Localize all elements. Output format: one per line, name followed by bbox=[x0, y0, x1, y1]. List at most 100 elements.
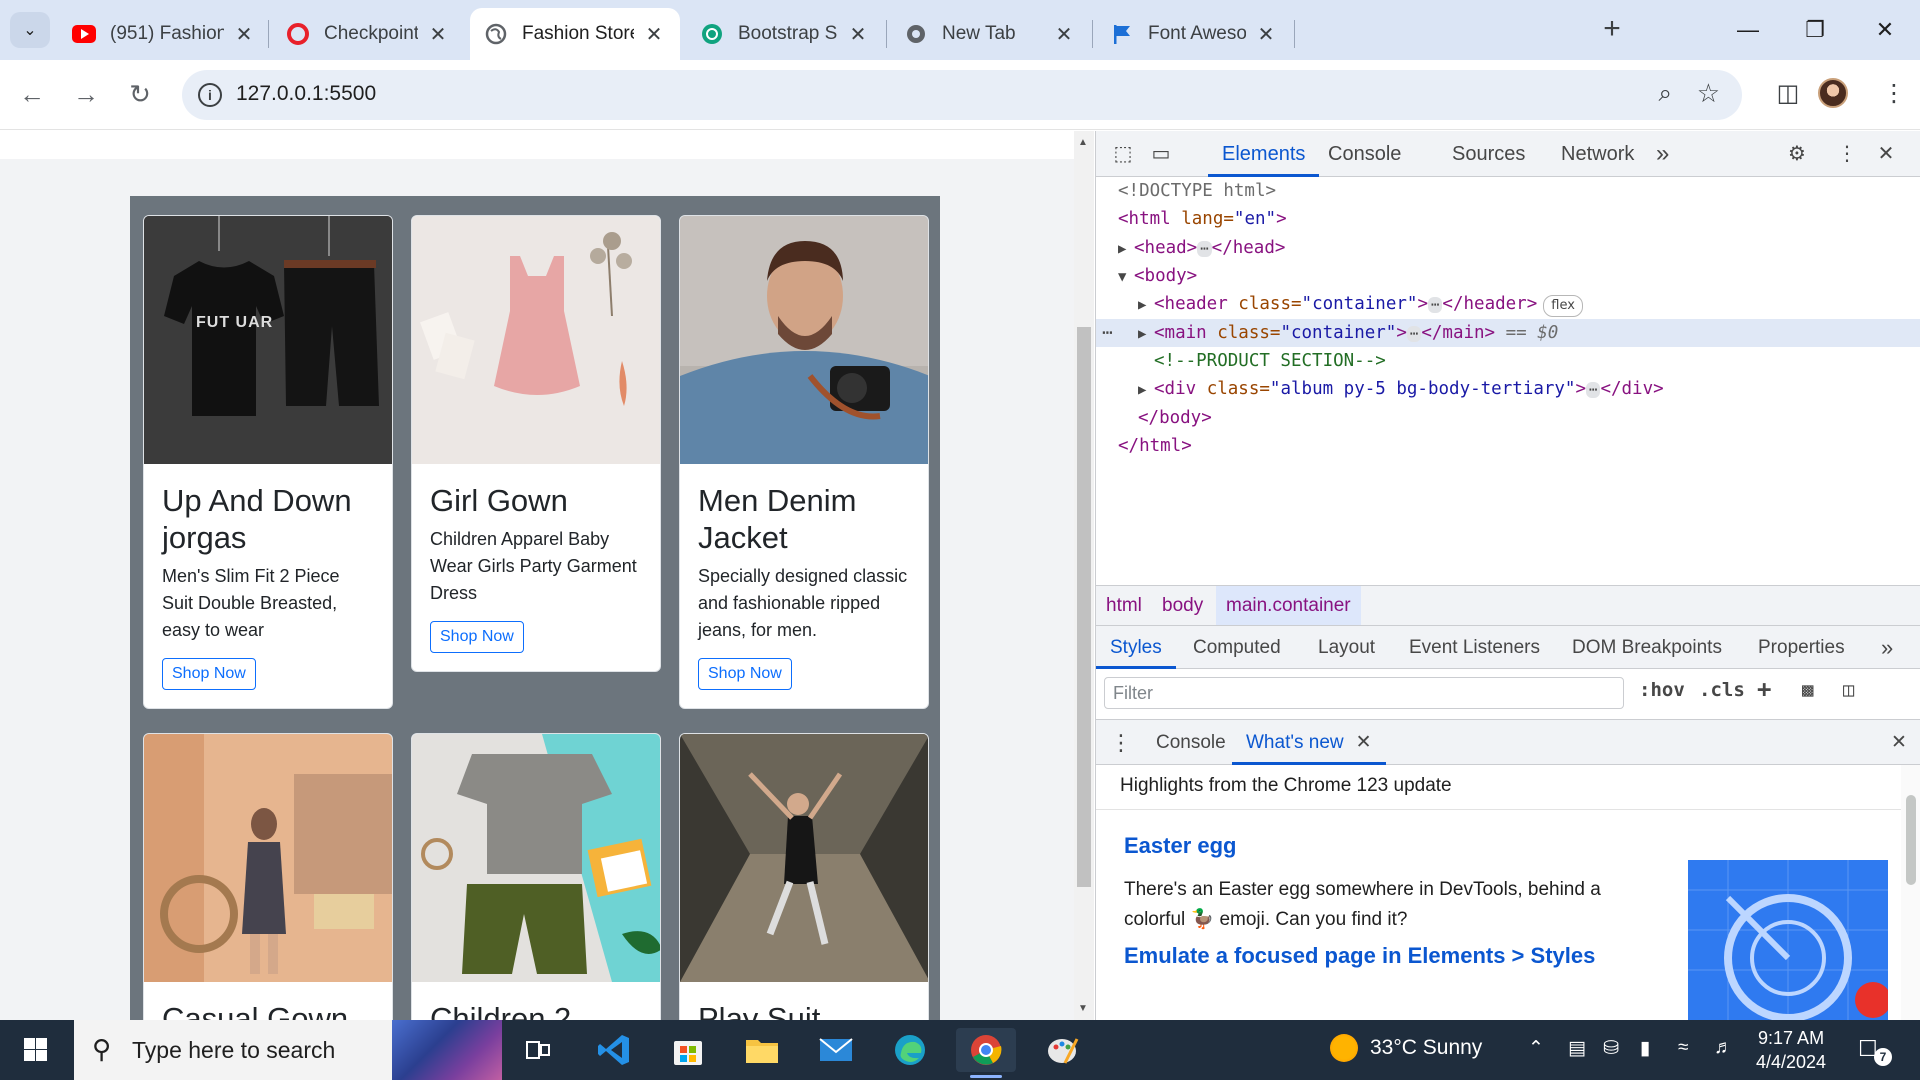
dom-node-comment[interactable]: <!--PRODUCT SECTION--> bbox=[1096, 347, 1920, 375]
back-arrow-icon[interactable]: ← bbox=[12, 74, 52, 114]
dom-node-header[interactable]: ▶ <header class="container"> ⋯ </header> fle… bbox=[1096, 290, 1920, 318]
browser-tab-checkpoint[interactable]: Checkpoint Details ✕ bbox=[272, 8, 464, 60]
breadcrumb-body[interactable]: body bbox=[1152, 586, 1213, 626]
meet-now-icon[interactable]: ▤ bbox=[1568, 1037, 1586, 1060]
microsoft-store-icon[interactable] bbox=[658, 1028, 718, 1072]
tab-computed[interactable]: Computed bbox=[1193, 626, 1281, 669]
scroll-up-icon[interactable]: ▲ bbox=[1078, 137, 1088, 148]
whats-new-scrollbar[interactable] bbox=[1901, 765, 1920, 1020]
close-tab-icon[interactable]: ✕ bbox=[1356, 732, 1372, 753]
whats-new-item-title[interactable]: Emulate a focused page in Elements > Sty… bbox=[1124, 943, 1595, 969]
site-info-icon[interactable]: i bbox=[198, 83, 222, 107]
ellipsis-badge[interactable]: ⋯ bbox=[1586, 382, 1601, 398]
shop-now-button[interactable]: Shop Now bbox=[430, 621, 524, 653]
close-tab-icon[interactable]: ✕ bbox=[232, 22, 256, 47]
address-bar[interactable]: i 127.0.0.1:5500 ⌕ ☆ bbox=[182, 70, 1742, 120]
url-text[interactable]: 127.0.0.1:5500 bbox=[236, 82, 376, 106]
row-menu-icon[interactable]: ⋯ bbox=[1102, 319, 1113, 347]
paint-icon[interactable] bbox=[1032, 1028, 1092, 1072]
tab-layout[interactable]: Layout bbox=[1318, 626, 1375, 669]
side-panel-icon[interactable]: ◫ bbox=[1770, 76, 1806, 112]
bookmark-star-icon[interactable]: ☆ bbox=[1697, 78, 1720, 109]
devtools-tab-console[interactable]: Console bbox=[1328, 131, 1401, 177]
ellipsis-badge[interactable]: ⋯ bbox=[1406, 326, 1422, 342]
scroll-down-icon[interactable]: ▼ bbox=[1078, 1003, 1088, 1014]
tab-properties[interactable]: Properties bbox=[1758, 626, 1845, 669]
expand-triangle-icon[interactable]: ▶ bbox=[1118, 235, 1134, 263]
close-window-button[interactable]: ✕ bbox=[1860, 10, 1910, 50]
tab-styles[interactable]: Styles bbox=[1096, 626, 1176, 669]
minimize-button[interactable]: — bbox=[1723, 10, 1773, 50]
sidebar-toggle-icon[interactable]: ◫ bbox=[1843, 679, 1854, 701]
breadcrumb-html[interactable]: html bbox=[1096, 586, 1152, 626]
tab-dom-breakpoints[interactable]: DOM Breakpoints bbox=[1572, 626, 1722, 669]
styles-filter-input[interactable]: Filter bbox=[1104, 677, 1624, 709]
close-tab-icon[interactable]: ✕ bbox=[426, 22, 450, 47]
dom-node-body[interactable]: ▼ <body> bbox=[1096, 262, 1920, 290]
expand-triangle-icon[interactable]: ▶ bbox=[1138, 376, 1154, 404]
drawer-tab-whats-new[interactable]: What's new ✕ bbox=[1232, 720, 1386, 765]
onedrive-icon[interactable]: ⛁ bbox=[1603, 1037, 1619, 1060]
drawer-tab-console[interactable]: Console bbox=[1156, 720, 1226, 765]
browser-tab-fashion-store[interactable]: Fashion Store ✕ bbox=[470, 8, 680, 60]
dom-node-main-selected[interactable]: ⋯ ▶ <main class="container"> ⋯ </main> == $0 bbox=[1096, 319, 1920, 347]
zoom-icon[interactable]: ⌕ bbox=[1659, 80, 1672, 108]
forward-arrow-icon[interactable]: → bbox=[66, 74, 106, 114]
class-toggle[interactable]: .cls bbox=[1699, 679, 1745, 701]
close-devtools-icon[interactable]: ✕ bbox=[1871, 139, 1901, 169]
page-scrollbar[interactable]: ▲ ▼ bbox=[1074, 131, 1094, 1020]
devtools-tab-sources[interactable]: Sources bbox=[1452, 131, 1525, 177]
devtools-menu-icon[interactable]: ⋮ bbox=[1832, 139, 1862, 169]
windows-start-icon[interactable] bbox=[10, 1032, 60, 1068]
hover-state-toggle[interactable]: :hov bbox=[1639, 679, 1685, 701]
chrome-taskbar-icon[interactable] bbox=[956, 1028, 1016, 1078]
dom-node-doctype[interactable]: <!DOCTYPE html> bbox=[1096, 177, 1920, 205]
task-view-icon[interactable] bbox=[508, 1028, 568, 1072]
device-toggle-icon[interactable]: ▭ bbox=[1146, 139, 1176, 169]
close-tab-icon[interactable]: ✕ bbox=[846, 22, 870, 47]
whats-new-item-title[interactable]: Easter egg bbox=[1124, 833, 1237, 859]
devtools-tab-elements[interactable]: Elements bbox=[1208, 131, 1320, 177]
ellipsis-badge[interactable]: ⋯ bbox=[1427, 297, 1443, 313]
dom-node-html-close[interactable]: </html> bbox=[1096, 432, 1920, 460]
show-hidden-icons-chevron[interactable]: ⌃ bbox=[1528, 1037, 1544, 1060]
mail-icon[interactable] bbox=[806, 1028, 866, 1072]
edge-icon[interactable] bbox=[880, 1028, 940, 1072]
close-tab-icon[interactable]: ✕ bbox=[1254, 22, 1278, 47]
volume-icon[interactable]: ♬ bbox=[1714, 1037, 1733, 1059]
taskbar-search-box[interactable]: ⚲ Type here to search bbox=[74, 1020, 502, 1080]
system-clock[interactable]: 9:17 AM 4/4/2024 bbox=[1756, 1026, 1826, 1074]
dom-node-head[interactable]: ▶ <head> ⋯ </head> bbox=[1096, 234, 1920, 262]
more-tabs-icon[interactable]: » bbox=[1656, 131, 1669, 177]
notification-center-icon[interactable]: ☐ 7 bbox=[1858, 1036, 1892, 1066]
scrollbar-thumb[interactable] bbox=[1906, 795, 1916, 885]
shop-now-button[interactable]: Shop Now bbox=[162, 658, 256, 690]
browser-tab-font-awesome[interactable]: Font Awesome ✕ bbox=[1096, 8, 1292, 60]
more-tabs-icon[interactable]: » bbox=[1881, 626, 1893, 669]
add-rule-icon[interactable]: + bbox=[1757, 675, 1771, 703]
battery-icon[interactable]: ▮ bbox=[1640, 1037, 1650, 1060]
wifi-icon[interactable]: ≈ bbox=[1678, 1037, 1688, 1059]
close-tab-icon[interactable]: ✕ bbox=[642, 22, 666, 47]
collapse-triangle-icon[interactable]: ▼ bbox=[1118, 263, 1134, 291]
scrollbar-thumb[interactable] bbox=[1077, 327, 1091, 887]
shop-now-button[interactable]: Shop Now bbox=[698, 658, 792, 690]
weather-widget[interactable]: 33°C Sunny bbox=[1330, 1034, 1482, 1062]
dom-node-div-album[interactable]: ▶ <div class="album py-5 bg-body-tertiary… bbox=[1096, 375, 1920, 403]
expand-triangle-icon[interactable]: ▶ bbox=[1138, 291, 1154, 319]
close-drawer-icon[interactable]: ✕ bbox=[1891, 720, 1907, 765]
browser-tab-bootstrap[interactable]: Bootstrap Screen S ✕ bbox=[686, 8, 884, 60]
inspect-element-icon[interactable]: ⬚ bbox=[1108, 139, 1138, 169]
tab-search-button[interactable]: ⌄ bbox=[10, 12, 50, 48]
devtools-tab-network[interactable]: Network bbox=[1561, 131, 1634, 177]
drawer-menu-icon[interactable]: ⋮ bbox=[1110, 720, 1132, 765]
settings-gear-icon[interactable]: ⚙ bbox=[1782, 139, 1812, 169]
dom-node-html[interactable]: <html lang="en"> bbox=[1096, 205, 1920, 233]
reload-icon[interactable]: ↻ bbox=[120, 74, 160, 114]
menu-kebab-icon[interactable]: ⋮ bbox=[1876, 76, 1912, 112]
browser-tab-new-tab[interactable]: New Tab ✕ bbox=[890, 8, 1090, 60]
new-tab-button[interactable]: + bbox=[1594, 12, 1630, 48]
browser-tab-youtube[interactable]: (951) Fashion Webs ✕ bbox=[58, 8, 270, 60]
expand-triangle-icon[interactable]: ▶ bbox=[1138, 320, 1154, 348]
paint-brush-icon[interactable]: ▩ bbox=[1802, 679, 1813, 701]
